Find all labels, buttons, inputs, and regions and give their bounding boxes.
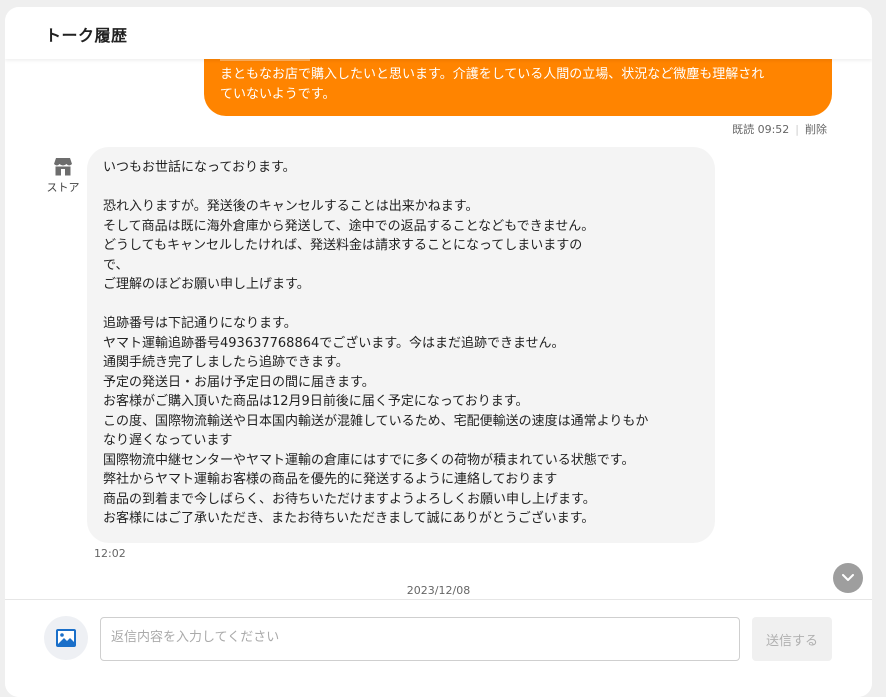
user-message-meta: 既読 09:52 | 削除 — [732, 121, 827, 137]
store-message-line: 恐れ入りますが。発送後のキャンセルすることは出来かねます。 — [103, 199, 479, 214]
image-icon — [56, 629, 76, 647]
store-message-bubble: いつもお世話になっております。 恐れ入りますが。発送後のキャンセルすることは出来… — [87, 147, 715, 543]
store-message-line: この度、国際物流輸送や日本国内輸送が混雑しているため、宅配便輸送の速度は通常より… — [103, 413, 649, 429]
reply-composer: 送信する — [5, 599, 872, 697]
store-message-line: 弊社からヤマト運輸お客様の商品を優先的に発送するように連絡しております — [103, 472, 558, 487]
user-message-line: まともなお店で購入したいと思います。介護をしている人間の立場、状況など微塵も理解… — [220, 67, 765, 82]
store-message-line: 国際物流中継センターやヤマト運輸の倉庫にはすでに多くの荷物が積まれている状態です… — [103, 452, 635, 468]
talk-history-panel: まともなお店で購入したいと思います。介護をしている人間の立場、状況など微塵も理解… — [5, 7, 872, 697]
header: トーク履歴 — [5, 7, 872, 59]
store-message-line: なり遅くなっています — [103, 433, 233, 448]
store-message-line: で、 — [103, 257, 129, 273]
store-message-line: どうしてもキャンセルしたければ、発送料金は請求することになってしまいますの — [103, 238, 583, 253]
store-message-line: 予定の発送日・お届け予定日の間に届きます。 — [103, 374, 375, 390]
store-message-line: ご理解のほどお願い申し上げます。 — [103, 277, 310, 292]
date-divider: 2023/12/08 — [406, 584, 471, 597]
store-message-line: 商品の到着まで今しばらく、お待ちいただけますようよろしくお願い申し上げます。 — [103, 491, 596, 507]
send-button[interactable]: 送信する — [752, 617, 832, 661]
delete-link[interactable]: 削除 — [805, 121, 827, 137]
scroll-down-button[interactable] — [833, 563, 863, 593]
store-avatar: ストア — [43, 157, 83, 195]
store-message-line: 通関手続き完了しましたら追跡できます。 — [103, 355, 349, 370]
chevron-down-icon — [842, 574, 854, 581]
store-message-time: 12:02 — [94, 547, 126, 560]
store-message-line: いつもお世話になっております。 — [103, 160, 296, 175]
store-icon — [54, 158, 72, 176]
read-status: 既読 09:52 — [732, 123, 790, 136]
store-message-line: そして商品は既に海外倉庫から発送して、途中での返品することなどもできません。 — [103, 218, 595, 234]
user-message-line: ていないようです。 — [220, 87, 336, 102]
store-message-line: ヤマト運輸追跡番号493637768864でございます。今はまだ追跡できません。 — [103, 335, 565, 351]
attach-image-button[interactable] — [44, 616, 88, 660]
page-title: トーク履歴 — [45, 26, 128, 45]
store-message-line: 追跡番号は下記通りになります。 — [103, 316, 297, 331]
chat-thread[interactable]: まともなお店で購入したいと思います。介護をしている人間の立場、状況など微塵も理解… — [5, 7, 872, 599]
store-message-line: お客様がご購入頂いた商品は12月9日前後に届く予定になっております。 — [103, 394, 529, 409]
store-message-line: お客様にはご了承いただき、またお待ちいただきまして誠にありがとうございます。 — [103, 511, 595, 526]
store-message-line — [103, 295, 699, 315]
store-label: ストア — [46, 181, 80, 194]
reply-input[interactable] — [100, 617, 740, 661]
meta-separator: | — [795, 122, 799, 136]
store-message-line — [103, 178, 699, 198]
